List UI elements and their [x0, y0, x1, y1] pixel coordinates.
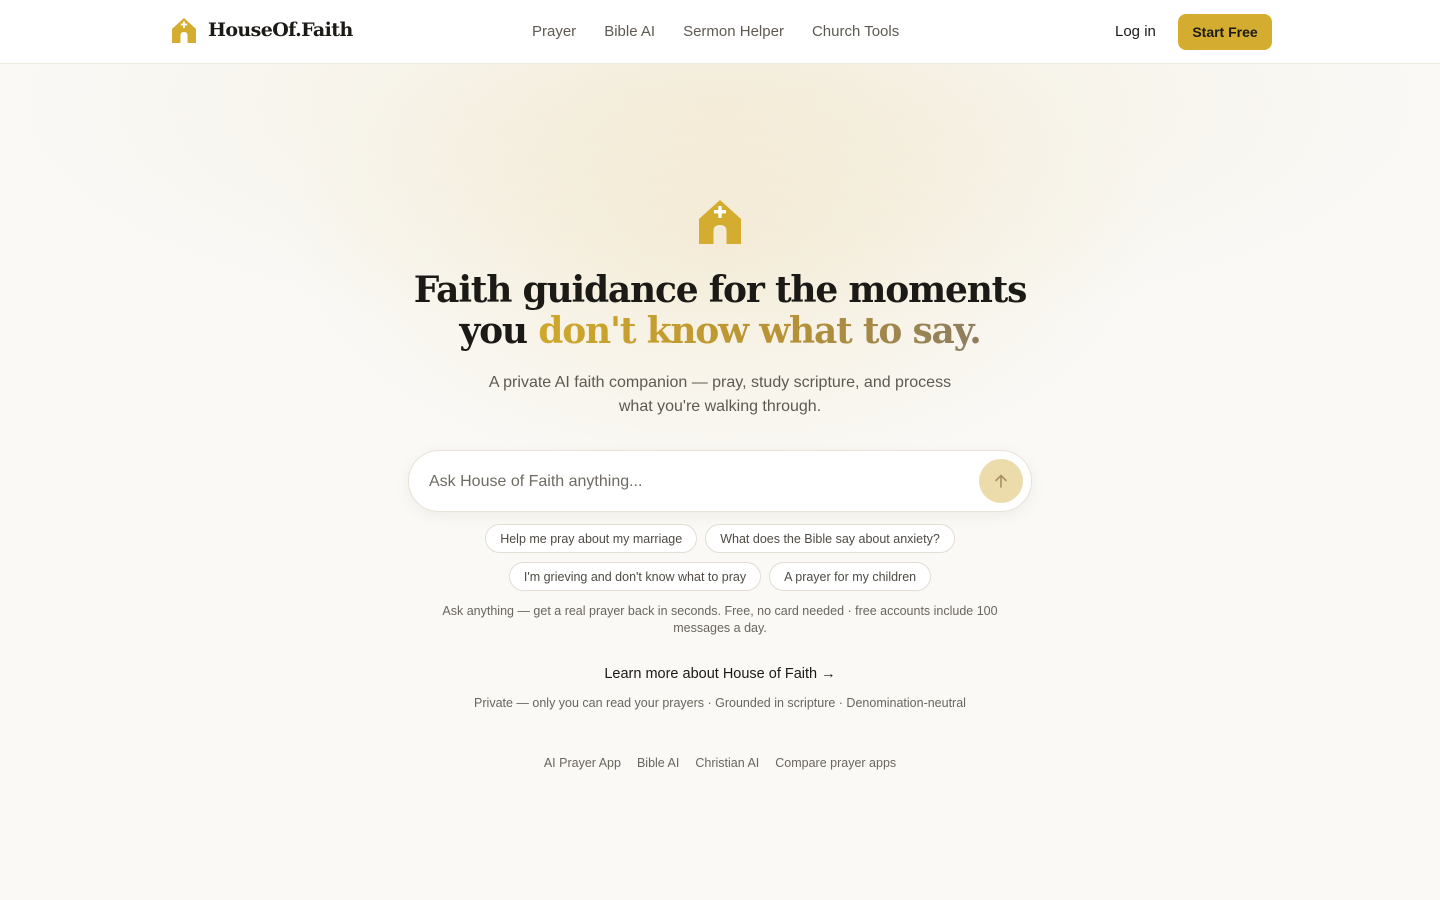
church-icon	[699, 200, 741, 244]
send-button[interactable]	[979, 459, 1023, 503]
suggestion-chip[interactable]: A prayer for my children	[769, 562, 932, 591]
suggestion-chip[interactable]: I'm grieving and don't know what to pray	[508, 562, 762, 591]
learn-more-link[interactable]: Learn more about House of Faith →	[604, 666, 835, 682]
nav-item-prayer[interactable]: Prayer	[532, 22, 576, 42]
footer-link-ai-prayer-app[interactable]: AI Prayer App	[544, 755, 621, 772]
arrow-up-icon	[995, 474, 1007, 488]
nav-item-sermon-helper[interactable]: Sermon Helper	[683, 22, 784, 42]
login-link[interactable]: Log in	[1115, 22, 1156, 42]
headline-line-1: Faith guidance for the moments	[413, 269, 1028, 311]
suggestion-chip[interactable]: What does the Bible say about anxiety?	[705, 524, 955, 553]
trust-line: Private — only you can read your prayers…	[474, 696, 966, 710]
headline-line-2: you don't know what to say.	[320, 311, 1120, 352]
start-free-button[interactable]: Start Free	[1178, 14, 1272, 50]
footer-link-bible-ai[interactable]: Bible AI	[637, 755, 679, 772]
free-note: Ask anything — get a real prayer back in…	[442, 604, 998, 635]
ask-box	[408, 450, 1032, 512]
church-icon	[172, 17, 196, 43]
footer-link-compare[interactable]: Compare prayer apps	[775, 755, 896, 772]
hero-headline: Faith guidance for the moments you don't…	[320, 270, 1120, 352]
nav-item-bible-ai[interactable]: Bible AI	[604, 22, 655, 42]
headline-line-2-start: you	[459, 310, 539, 352]
suggestion-row-2: I'm grieving and don't know what to pray…	[0, 562, 1440, 591]
hero-subtext: A private AI faith companion — pray, stu…	[488, 374, 952, 415]
ask-input[interactable]	[429, 467, 969, 497]
nav-item-church-tools[interactable]: Church Tools	[812, 22, 899, 42]
brand-logo-link[interactable]: HouseOf.Faith	[171, 15, 353, 45]
brand-name: HouseOf.Faith	[208, 19, 353, 41]
learn-more: Learn more about House of Faith →	[0, 664, 1440, 684]
main-nav: Prayer Bible AI Sermon Helper Church Too…	[532, 22, 899, 42]
footer-link-christian-ai[interactable]: Christian AI	[695, 755, 759, 772]
footer-links: AI Prayer App Bible AI Christian AI Comp…	[0, 755, 1440, 772]
headline-accent: don't know what to say.	[538, 310, 982, 352]
suggestion-chip[interactable]: Help me pray about my marriage	[485, 524, 698, 553]
site-header: HouseOf.Faith Prayer Bible AI Sermon Hel…	[0, 0, 1440, 64]
suggestion-row-1: Help me pray about my marriage What does…	[0, 524, 1440, 553]
